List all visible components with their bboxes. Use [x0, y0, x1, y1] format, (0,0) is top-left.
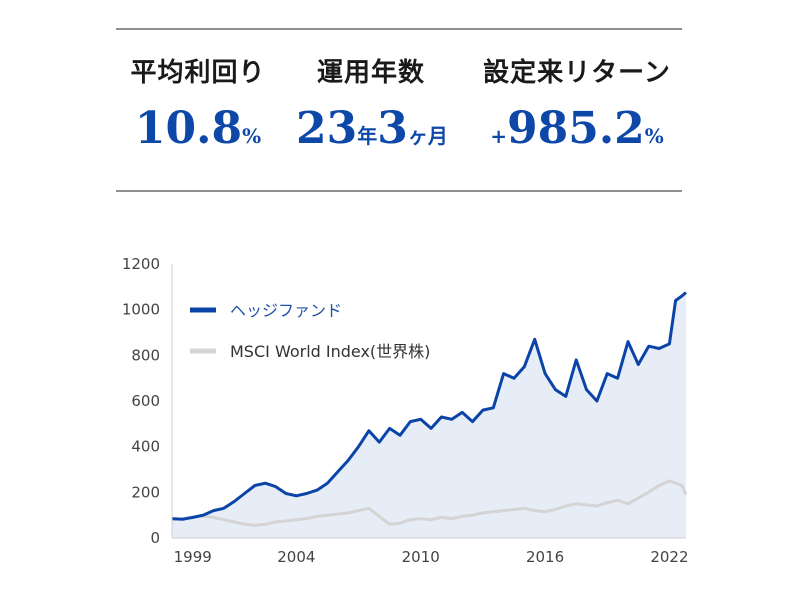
y-tick-label: 0	[150, 529, 160, 547]
months-number: 3	[377, 103, 408, 154]
years-unit: 年	[357, 124, 378, 148]
months-unit: ヶ月	[407, 124, 448, 148]
stat-label: 設定来リターン	[483, 58, 671, 88]
stat-operating-years: 運用年数 23年3ヶ月	[296, 52, 448, 154]
stat-value: 23年3ヶ月	[296, 103, 448, 154]
x-tick-label: 2010	[402, 548, 440, 566]
return-number: 985.2	[506, 103, 645, 154]
legend-label: MSCI World Index(世界株)	[230, 342, 430, 361]
return-prefix: +	[490, 124, 507, 148]
y-tick-label: 600	[131, 392, 160, 410]
x-tick-label: 1999	[174, 548, 212, 566]
performance-chart: 0 200 400 600 800 1000 1200 1999 2004 2010 2016 202…	[122, 255, 689, 566]
y-tick-label: 200	[131, 483, 160, 501]
y-tick-label: 800	[131, 346, 160, 364]
stat-total-return: 設定来リターン +985.2%	[462, 52, 692, 154]
stat-value: +985.2%	[462, 103, 692, 154]
years-number: 23	[296, 103, 358, 154]
yield-number: 10.8	[134, 103, 243, 154]
bottom-divider	[116, 190, 682, 192]
x-tick-label: 2016	[526, 548, 564, 566]
stat-average-yield: 平均利回り 10.8%	[118, 52, 278, 154]
yield-unit: %	[242, 124, 262, 148]
plot-area	[171, 291, 688, 538]
legend: ヘッジファンド MSCI World Index(世界株)	[190, 301, 430, 361]
stat-label: 平均利回り	[130, 58, 266, 88]
legend-label: ヘッジファンド	[230, 301, 342, 320]
x-tick-label: 2004	[277, 548, 315, 566]
stat-label: 運用年数	[316, 58, 425, 88]
y-tick-label: 1200	[122, 255, 160, 273]
x-tick-label: 2022	[650, 548, 688, 566]
y-tick-label: 400	[131, 438, 160, 456]
return-unit: %	[644, 124, 664, 148]
top-divider	[116, 28, 682, 30]
stat-value: 10.8%	[118, 103, 278, 154]
y-tick-label: 1000	[122, 301, 160, 319]
